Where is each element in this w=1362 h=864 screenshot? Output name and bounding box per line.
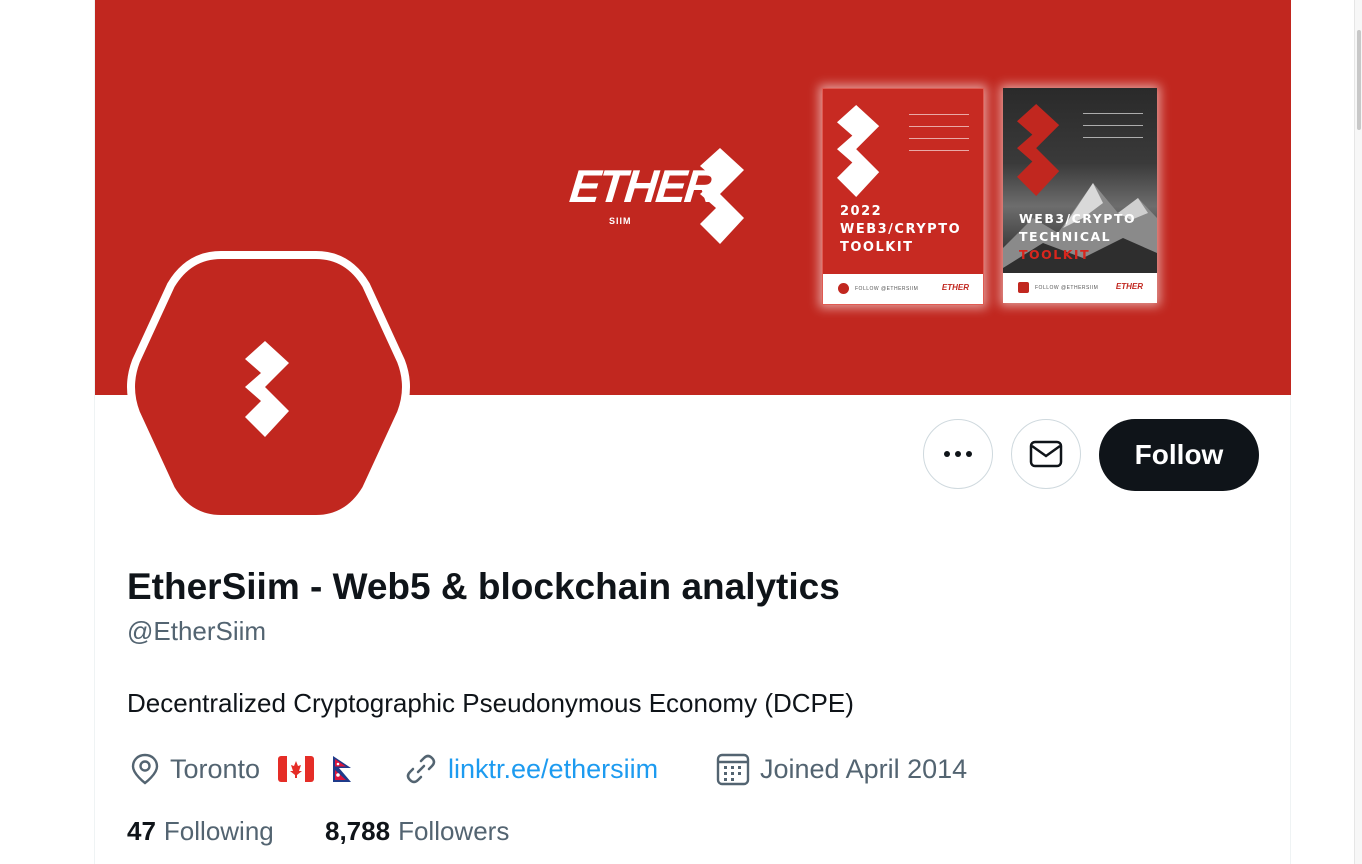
ether-logo-icon (700, 148, 744, 244)
ether-logo-icon (1017, 104, 1060, 196)
ether-logo-icon (837, 105, 880, 197)
book-footer: FOLLOW @ETHERSIIM ETHER (1003, 273, 1157, 303)
nepal-flag-icon (333, 756, 352, 782)
profile-website[interactable]: linktr.ee/ethersiim (404, 751, 658, 787)
ellipsis-icon (944, 451, 972, 457)
avatar[interactable] (126, 249, 411, 525)
book-toc-lines (1083, 102, 1143, 138)
profile-location: Toronto (130, 751, 354, 787)
following-label: Following (163, 816, 274, 846)
display-name: EtherSiim - Web5 & blockchain analytics (127, 566, 840, 607)
book-footer-text: FOLLOW @ETHERSIIM (1035, 285, 1099, 291)
book-title-line: TOOLKIT (840, 240, 914, 255)
location-text: Toronto (170, 753, 261, 784)
book-footer: FOLLOW @ETHERSIIM ETHER (823, 274, 983, 304)
book-title-line: TECHNICAL (1019, 229, 1112, 244)
more-options-button[interactable] (923, 419, 993, 489)
book-title-line: WEB3/CRYPTO (1019, 211, 1137, 226)
scrollbar-thumb[interactable] (1357, 30, 1361, 130)
book-title: 2022 WEB3/CRYPTO TOOLKIT (840, 203, 961, 257)
technical-toolkit-book-cover: WEB3/CRYPTO TECHNICAL TOOLKIT FOLLOW @ET… (1003, 88, 1157, 303)
book-title-accent: TOOLKIT (1019, 247, 1091, 262)
twitter-icon (838, 283, 849, 294)
message-button[interactable] (1011, 419, 1081, 489)
envelope-icon (1029, 440, 1063, 468)
followers-stat-link[interactable]: 8,788 Followers (325, 816, 509, 847)
book-toc-lines (909, 103, 969, 151)
followers-label: Followers (398, 816, 510, 846)
followers-count: 8,788 (325, 816, 391, 846)
toolkit-book-cover-2022: 2022 WEB3/CRYPTO TOOLKIT FOLLOW @ETHERSI… (822, 88, 984, 305)
twitter-icon (1018, 282, 1029, 293)
follow-button[interactable]: Follow (1099, 419, 1259, 491)
join-date-text: Joined April 2014 (760, 753, 968, 784)
website-link[interactable]: linktr.ee/ethersiim (448, 754, 658, 785)
book-footer-text: FOLLOW @ETHERSIIM (855, 286, 919, 292)
calendar-icon (716, 753, 750, 786)
following-stat-link[interactable]: 47 Following (127, 816, 274, 847)
banner-brand-word: ETHER (567, 160, 719, 212)
book-title-line: WEB3/CRYPTO (840, 222, 962, 237)
username-handle: @EtherSiim (127, 616, 267, 646)
book-title-line: 2022 (840, 204, 883, 219)
banner-brand-sub: SIIM (609, 216, 632, 226)
book-title: WEB3/CRYPTO TECHNICAL TOOLKIT (1019, 210, 1136, 264)
book-footer-brand: ETHER (1115, 282, 1143, 291)
profile-join-date: Joined April 2014 (716, 751, 967, 787)
book-footer-brand: ETHER (941, 283, 969, 292)
canada-flag-icon (278, 756, 315, 782)
following-count: 47 (127, 816, 156, 846)
link-icon (406, 754, 436, 784)
location-pin-icon (131, 753, 159, 785)
profile-bio: Decentralized Cryptographic Pseudonymous… (127, 688, 854, 718)
